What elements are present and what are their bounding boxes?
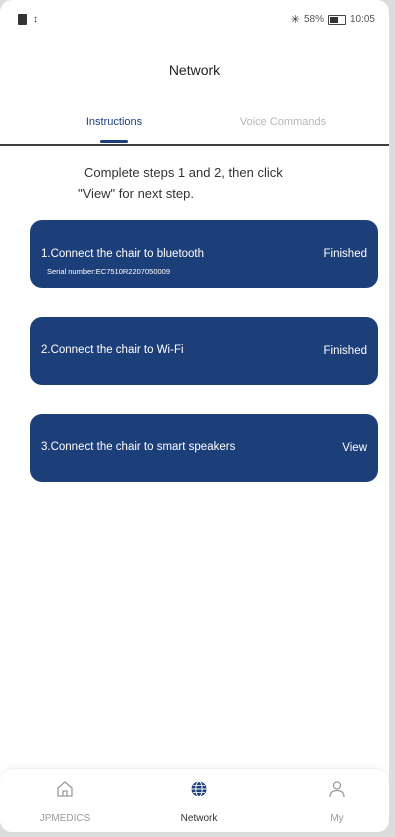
step-title: 2.Connect the chair to Wi-Fi xyxy=(41,344,184,356)
status-time: 10:05 xyxy=(349,14,375,25)
instruction-line-2: "View" for next step. xyxy=(78,186,194,201)
nav-item-network[interactable]: Network xyxy=(154,779,244,824)
active-tab-indicator xyxy=(100,140,128,143)
status-bar: ↕ ✳ 58% 10:05 xyxy=(0,0,389,40)
nav-item-my[interactable]: My xyxy=(292,779,382,824)
tab-instructions[interactable]: Instructions xyxy=(64,116,164,128)
step-status-finished: Finished xyxy=(323,345,367,357)
nav-item-jpmedics[interactable]: JPMEDICS xyxy=(20,779,110,824)
signal-indicator: ↕ xyxy=(33,14,38,25)
step-card-bluetooth[interactable]: 1.Connect the chair to bluetooth Serial … xyxy=(30,220,378,288)
battery-icon xyxy=(327,14,346,25)
phone-screen: ↕ ✳ 58% 10:05 Network Instructions Voice… xyxy=(0,0,389,832)
step-status-finished: Finished xyxy=(323,248,367,260)
status-right: ✳ 58% 10:05 xyxy=(291,13,375,26)
tab-voice-commands[interactable]: Voice Commands xyxy=(218,116,348,128)
status-left: ↕ xyxy=(18,14,38,25)
nav-label: JPMEDICS xyxy=(39,813,91,824)
sim-card-icon xyxy=(18,14,27,25)
step-card-smart-speakers[interactable]: 3.Connect the chair to smart speakers Vi… xyxy=(30,414,378,482)
nav-label: Network xyxy=(180,813,218,824)
globe-icon xyxy=(191,781,207,797)
instruction-text: Complete steps 1 and 2, then click "View… xyxy=(60,162,340,204)
serial-number: Serial number:EC7510R2207050009 xyxy=(47,267,171,276)
person-icon xyxy=(329,781,345,798)
view-button[interactable]: View xyxy=(342,442,367,454)
step-title: 3.Connect the chair to smart speakers xyxy=(41,441,236,453)
step-title: 1.Connect the chair to bluetooth xyxy=(41,248,205,260)
page-title: Network xyxy=(168,62,221,78)
nav-label: My xyxy=(330,813,344,824)
instruction-line-1: Complete steps 1 and 2, then click xyxy=(84,165,283,180)
bottom-navigation: JPMEDICS Network My xyxy=(0,768,389,832)
home-icon xyxy=(57,781,73,797)
battery-percent: 58% xyxy=(303,14,324,25)
tab-bar: Instructions Voice Commands xyxy=(0,100,389,146)
step-card-wifi[interactable]: 2.Connect the chair to Wi-Fi Finished xyxy=(30,317,378,385)
bluetooth-icon: ✳ xyxy=(290,14,300,26)
